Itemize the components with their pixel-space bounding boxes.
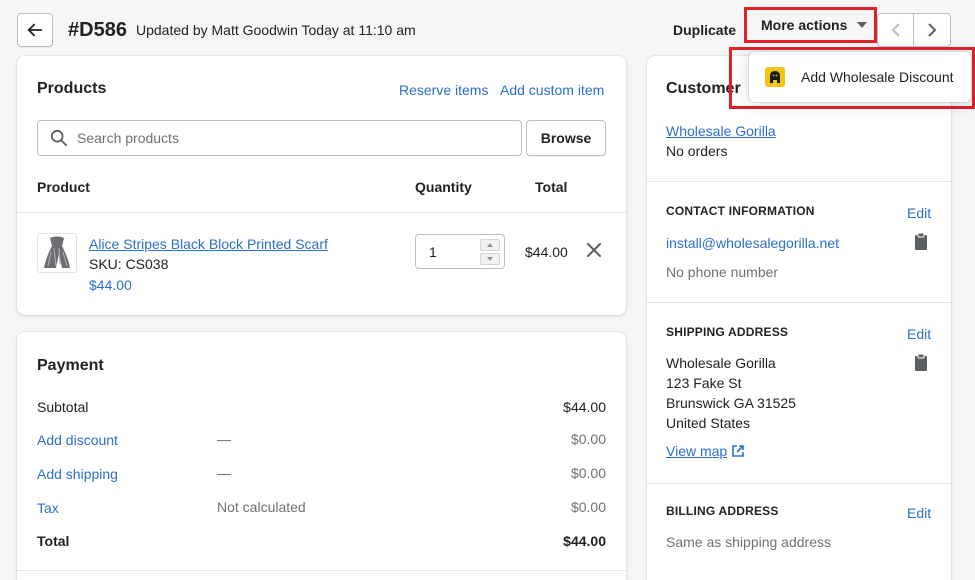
search-placeholder: Search products xyxy=(77,130,179,146)
payment-title: Payment xyxy=(37,357,104,374)
product-name-link[interactable]: Alice Stripes Black Block Printed Scarf xyxy=(89,236,328,252)
billing-heading: BILLING ADDRESS xyxy=(666,504,779,518)
product-sku: SKU: CS038 xyxy=(89,256,169,272)
shipping-amount: $0.00 xyxy=(570,465,606,481)
product-thumbnail xyxy=(37,233,77,273)
more-actions-dropdown: Add Wholesale Discount xyxy=(729,47,975,109)
view-map-label: View map xyxy=(666,443,728,459)
view-map-link[interactable]: View map xyxy=(666,443,745,459)
remove-product-button[interactable] xyxy=(586,242,604,260)
close-icon xyxy=(587,243,601,257)
shipping-line-4: United States xyxy=(666,415,751,431)
clipboard-icon xyxy=(915,353,927,371)
chevron-right-icon xyxy=(928,23,937,37)
shipping-heading: SHIPPING ADDRESS xyxy=(666,325,789,339)
email-link[interactable]: install@wholesalegorilla.net xyxy=(666,235,839,251)
duplicate-button[interactable]: Duplicate xyxy=(673,22,736,38)
billing-text: Same as shipping address xyxy=(666,534,831,550)
more-actions-button[interactable]: More actions xyxy=(744,7,877,43)
add-wholesale-discount-label: Add Wholesale Discount xyxy=(801,69,954,85)
add-shipping-link[interactable]: Add shipping xyxy=(37,466,118,482)
contact-edit-link[interactable]: Edit xyxy=(907,205,931,221)
product-price: $44.00 xyxy=(89,277,132,293)
caret-down-icon xyxy=(857,22,868,28)
quantity-value: 1 xyxy=(429,244,437,260)
scarf-image-icon xyxy=(44,236,70,268)
add-custom-item-link[interactable]: Add custom item xyxy=(500,82,604,98)
shipping-edit-link[interactable]: Edit xyxy=(907,326,931,342)
shipping-desc: — xyxy=(217,465,231,481)
chevron-left-icon xyxy=(891,23,900,37)
copy-email-button[interactable] xyxy=(914,232,928,253)
updated-text: Updated by Matt Goodwin Today at 11:10 a… xyxy=(136,22,416,38)
add-discount-link[interactable]: Add discount xyxy=(37,432,118,448)
previous-order-button[interactable] xyxy=(877,13,914,47)
quantity-stepper[interactable]: 1 xyxy=(415,234,505,269)
copy-address-button[interactable] xyxy=(914,353,928,374)
customer-orders: No orders xyxy=(666,143,728,159)
add-wholesale-discount-item[interactable]: Add Wholesale Discount xyxy=(749,52,971,102)
gorilla-app-icon xyxy=(765,67,785,87)
tax-link[interactable]: Tax xyxy=(37,500,59,516)
order-id: #D586 xyxy=(68,19,127,41)
customer-card: Customer Wholesale Gorilla No orders CON… xyxy=(647,56,951,580)
browse-button[interactable]: Browse xyxy=(526,120,606,156)
external-link-icon xyxy=(732,445,745,457)
arrow-left-icon xyxy=(27,23,43,37)
contact-heading: CONTACT INFORMATION xyxy=(666,204,815,218)
shipping-line-1: Wholesale Gorilla xyxy=(666,355,776,371)
products-title: Products xyxy=(37,80,107,97)
caret-down-icon xyxy=(487,257,493,261)
dropdown-menu: Add Wholesale Discount xyxy=(749,52,971,102)
browse-label: Browse xyxy=(540,130,592,146)
clipboard-icon xyxy=(915,232,927,250)
shipping-line-3: Brunswick GA 31525 xyxy=(666,395,796,411)
customer-name-link[interactable]: Wholesale Gorilla xyxy=(666,123,776,139)
tax-amount: $0.00 xyxy=(570,499,606,515)
quantity-decrement[interactable] xyxy=(480,253,500,265)
total-label: Total xyxy=(37,533,70,549)
subtotal-label: Subtotal xyxy=(37,399,89,415)
col-total: Total xyxy=(535,179,568,195)
tax-desc: Not calculated xyxy=(217,499,306,515)
phone-text: No phone number xyxy=(666,264,779,280)
payment-card: Payment Subtotal $44.00 Add discount — $… xyxy=(17,332,626,580)
col-product: Product xyxy=(37,179,90,195)
shipping-line-2: 123 Fake St xyxy=(666,375,742,391)
more-actions-label: More actions xyxy=(761,17,848,33)
product-total: $44.00 xyxy=(525,244,568,260)
caret-up-icon xyxy=(487,243,493,247)
back-button[interactable] xyxy=(17,13,53,47)
products-card: Products Reserve items Add custom item S… xyxy=(17,56,626,315)
reserve-items-link[interactable]: Reserve items xyxy=(399,82,488,98)
search-icon xyxy=(50,129,68,147)
col-quantity: Quantity xyxy=(415,179,472,195)
discount-desc: — xyxy=(217,431,231,447)
total-amount: $44.00 xyxy=(563,533,606,549)
billing-edit-link[interactable]: Edit xyxy=(907,505,931,521)
search-input[interactable]: Search products xyxy=(37,120,522,156)
subtotal-amount: $44.00 xyxy=(563,399,606,415)
next-order-button[interactable] xyxy=(913,13,951,47)
quantity-increment[interactable] xyxy=(480,239,500,251)
discount-amount: $0.00 xyxy=(570,431,606,447)
